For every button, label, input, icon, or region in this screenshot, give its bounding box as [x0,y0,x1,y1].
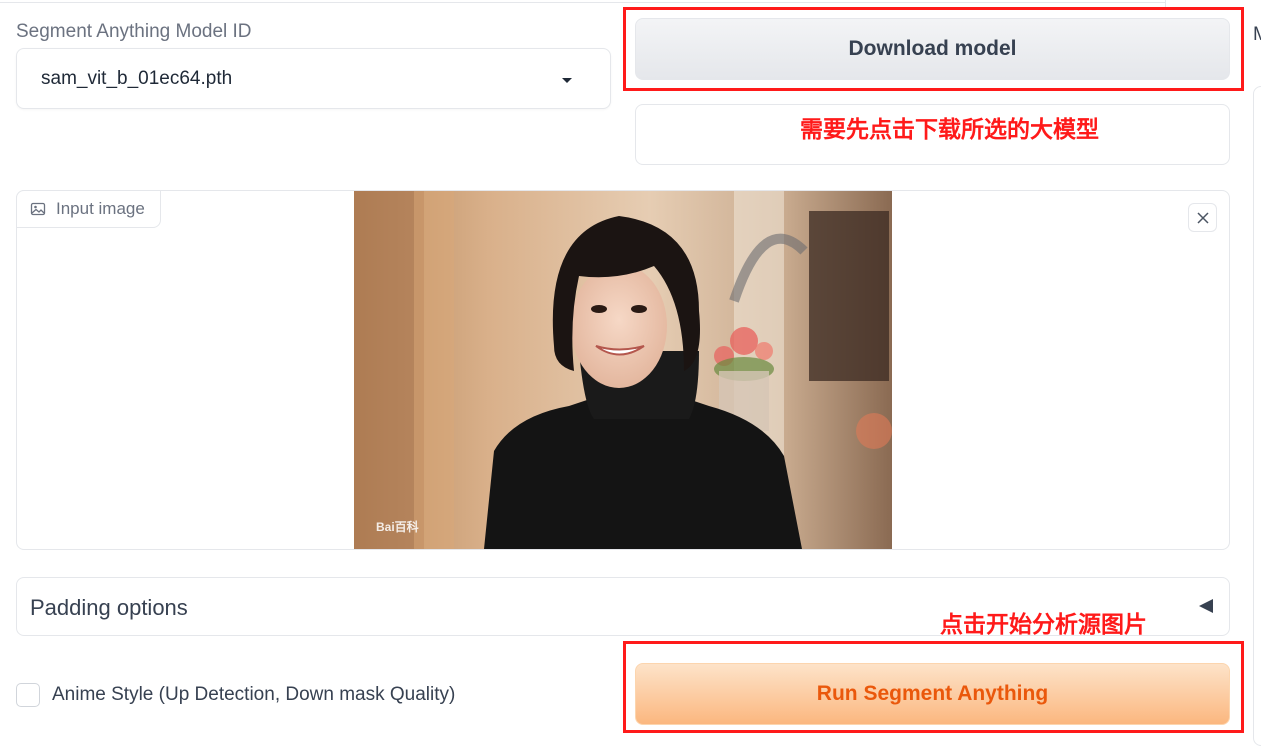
annotation-download-note: 需要先点击下载所选的大模型 [800,116,1099,142]
input-image-label-badge: Input image [16,190,161,228]
annotation-frame-run [623,641,1244,733]
input-image-photo: Bai百科 [354,191,892,549]
input-image-label: Input image [56,199,145,218]
close-icon [1196,211,1209,224]
right-panel-label: M [1253,24,1261,45]
model-select-label: Segment Anything Model ID [16,21,252,42]
top-divider [0,2,1165,3]
annotation-frame-download [623,7,1244,91]
baidu-watermark: Bai百科 [376,519,419,534]
clear-image-button[interactable] [1188,203,1217,232]
anime-style-checkbox[interactable] [16,683,40,707]
model-select-value: sam_vit_b_01ec64.pth [41,68,233,89]
right-panel [1253,86,1261,746]
caret-left-icon [1199,599,1213,613]
anime-style-label: Anime Style (Up Detection, Down mask Qua… [52,684,456,705]
model-select-dropdown[interactable]: sam_vit_b_01ec64.pth [16,48,611,109]
chevron-down-icon [562,78,572,83]
padding-options-label: Padding options [30,595,188,620]
image-icon [30,202,46,216]
annotation-run-note: 点击开始分析源图片 [940,611,1147,637]
